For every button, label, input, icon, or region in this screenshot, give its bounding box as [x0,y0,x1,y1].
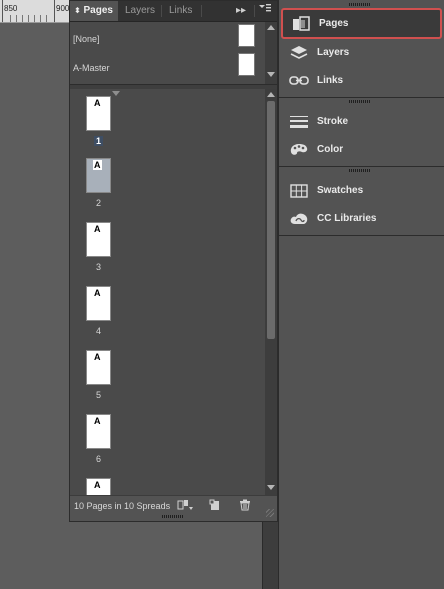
tab-label: Pages [83,5,113,16]
dock-item-layers[interactable]: Layers [281,40,441,66]
page-item[interactable]: A 5 [86,350,113,400]
page-number: 5 [95,390,101,400]
page-master-prefix: A [93,160,102,170]
master-none[interactable]: [None] [73,34,100,44]
tab-layers[interactable]: Layers [125,1,155,21]
page-number: 4 [95,326,101,336]
new-page-icon[interactable] [209,499,221,514]
scroll-up-arrow-icon[interactable] [267,25,275,30]
swatches-icon [289,183,309,199]
page-item[interactable]: A 6 [86,414,113,464]
tab-links[interactable]: Links [169,1,192,21]
page-thumbnail[interactable]: A [86,222,111,257]
master-none-thumbnail[interactable] [238,24,255,47]
layers-icon [289,45,309,61]
scroll-down-arrow-icon[interactable] [267,72,275,77]
page-thumbnail[interactable]: A [86,158,111,193]
dock-item-swatches[interactable]: Swatches [281,178,441,204]
panel-dock: Pages Layers Links Stroke Color Swatches [278,0,444,589]
dock-separator [279,166,444,167]
page-count-status: 10 Pages in 10 Spreads [74,501,171,511]
page-thumbnail[interactable]: A [86,96,111,131]
dock-item-cc-libraries[interactable]: CC Libraries [281,206,441,232]
dock-item-label: Links [317,75,344,86]
panel-bottom-grip[interactable] [162,515,184,518]
page-number: 1 [93,136,103,146]
dock-item-label: Layers [317,47,350,58]
pages-panel-footer: 10 Pages in 10 Spreads [70,495,277,516]
dock-item-label: Swatches [317,185,364,196]
master-label: A-Master [73,63,110,73]
horizontal-ruler[interactable]: 850 900 [0,0,69,23]
dock-item-label: Color [317,144,344,155]
page-number: 2 [95,198,101,208]
dock-separator [279,97,444,98]
page-thumbnail[interactable]: A [86,414,111,449]
page-item[interactable]: A 4 [86,286,113,336]
stroke-icon [289,114,309,130]
pages-list: A 1 A 2 A 3 A 4 A 5 A 6 A [70,89,277,495]
dock-item-color[interactable]: Color [281,137,441,163]
ruler-number: 850 [4,4,18,13]
tab-label: Layers [125,5,156,16]
page-item[interactable]: A 3 [86,222,113,272]
ruler-number: 900 [56,4,70,13]
dock-item-label: Pages [319,18,349,29]
master-a[interactable]: A-Master [73,63,110,73]
masters-section: [None] A-Master [70,22,277,84]
pages-scrollbar-thumb[interactable] [267,101,275,339]
page-number: 6 [95,454,101,464]
scroll-down-arrow-icon[interactable] [267,485,275,490]
page-master-prefix: A [94,98,101,108]
links-icon [289,73,309,89]
cc-libraries-icon [289,211,309,227]
page-master-prefix: A [94,288,101,298]
page-item[interactable]: A 1 [86,91,120,146]
page-item[interactable]: A [86,478,113,495]
dock-item-links[interactable]: Links [281,68,441,94]
master-label: [None] [73,34,100,44]
dock-group-grip[interactable] [349,100,371,103]
page-item[interactable]: A 2 [86,158,113,208]
page-master-prefix: A [94,416,101,426]
panel-collapse-arrows-icon: ⬍ [74,6,81,15]
pasteboard[interactable] [0,23,69,589]
pages-panel: ⬍ Pages Layers Links ▸▸ [None] A-Master [69,0,278,522]
panel-resize-handle[interactable] [266,509,274,517]
dock-item-stroke[interactable]: Stroke [281,109,441,135]
dock-item-label: CC Libraries [317,213,377,224]
page-thumbnail[interactable]: A [86,286,111,321]
page-thumbnail[interactable]: A [86,350,111,385]
tab-pages[interactable]: ⬍ Pages [70,1,118,21]
dock-separator [279,235,444,236]
spread-indicator-icon [112,91,120,96]
master-a-thumbnail[interactable] [238,53,255,76]
page-thumbnail[interactable]: A [86,478,111,495]
page-master-prefix: A [94,480,101,490]
scroll-up-arrow-icon[interactable] [267,92,275,97]
page-master-prefix: A [94,352,101,362]
pages-scrollbar[interactable] [265,89,277,495]
panel-menu-icon[interactable] [259,1,271,21]
panel-tab-bar: ⬍ Pages Layers Links ▸▸ [70,1,277,22]
pages-icon [291,16,311,32]
delete-page-icon[interactable] [239,499,251,514]
page-master-prefix: A [94,224,101,234]
dock-item-pages[interactable]: Pages [281,8,442,39]
pasteboard[interactable] [69,522,262,589]
dock-group-grip[interactable] [349,169,371,172]
dock-group-grip[interactable] [349,3,371,6]
dock-item-label: Stroke [317,116,349,127]
tab-label: Links [169,5,193,16]
double-chevron-right-icon[interactable]: ▸▸ [236,1,246,21]
edit-page-size-icon[interactable] [177,499,193,514]
masters-scrollbar[interactable] [265,22,277,84]
page-number: 3 [95,262,101,272]
color-palette-icon [289,142,309,158]
